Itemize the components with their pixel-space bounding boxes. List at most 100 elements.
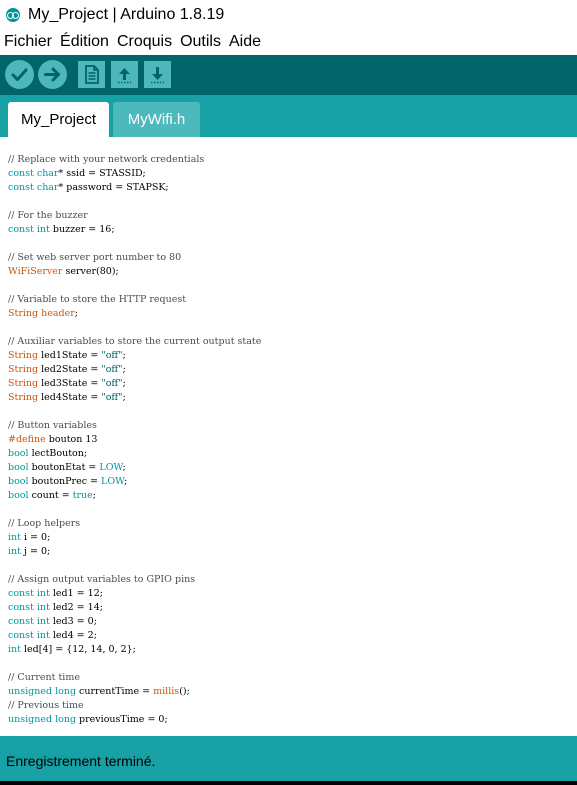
menu-bar: Fichier Édition Croquis Outils Aide — [0, 30, 577, 54]
code-token: bouton 13 — [45, 434, 98, 445]
verify-button[interactable] — [5, 60, 34, 89]
code-token: "off" — [101, 350, 123, 361]
code-token: WiFiServer — [8, 266, 63, 277]
code-token: // Assign output variables to GPIO pins — [8, 574, 196, 585]
code-token: server(80); — [62, 266, 119, 277]
code-line: String header; — [8, 307, 78, 321]
code-line: String led3State = "off"; — [8, 377, 126, 391]
code-token: const char — [8, 168, 59, 179]
code-token: ; — [122, 350, 126, 361]
code-token: String — [8, 378, 39, 389]
code-token: "off" — [101, 378, 123, 389]
code-line: // Replace with your network credentials — [8, 153, 204, 167]
window-title: My_Project | Arduino 1.8.19 — [28, 6, 225, 23]
code-line: int led[4] = {12, 14, 0, 2}; — [8, 643, 136, 657]
code-line: // Assign output variables to GPIO pins — [8, 573, 195, 587]
code-token: header — [41, 308, 75, 319]
code-token: led3State = — [38, 378, 102, 389]
code-token: // Variable to store the HTTP request — [8, 294, 187, 305]
code-token: // Button variables — [8, 420, 97, 431]
code-token: // Loop helpers — [8, 518, 81, 529]
code-token: led2 = 14; — [49, 602, 103, 613]
arrow-up-icon — [118, 68, 131, 84]
code-token: ; — [92, 490, 96, 501]
code-token: currentTime = — [76, 686, 154, 697]
code-token: LOW — [101, 476, 125, 487]
code-line: // Variable to store the HTTP request — [8, 293, 186, 307]
menu-aide[interactable]: Aide — [225, 33, 265, 51]
code-line: const char* password = STAPSK; — [8, 181, 169, 195]
code-token: // Set web server port number to 80 — [8, 252, 182, 263]
code-token: boutonEtat = — [28, 462, 100, 473]
menu-croquis[interactable]: Croquis — [113, 33, 176, 51]
code-line: // Previous time — [8, 699, 84, 713]
code-token: ; — [122, 364, 126, 375]
tab-mywifi[interactable]: MyWifi.h — [113, 102, 200, 137]
console-output — [0, 781, 577, 785]
code-line: unsigned long currentTime = millis(); — [8, 685, 190, 699]
code-token: "off" — [101, 364, 123, 375]
code-token: led[4] = {12, 14, 0, 2}; — [20, 644, 136, 655]
code-token: led4State = — [38, 392, 102, 403]
code-token: // Previous time — [8, 700, 84, 711]
save-sketch-button[interactable] — [144, 61, 171, 88]
code-token: led2State = — [38, 364, 102, 375]
code-token: const int — [8, 224, 50, 235]
code-token: // For the buzzer — [8, 210, 88, 221]
code-line: // Current time — [8, 671, 80, 685]
code-token: int — [8, 644, 21, 655]
code-line: bool boutonEtat = LOW; — [8, 461, 126, 475]
code-editor[interactable]: // Replace with your network credentials… — [0, 137, 577, 736]
arrow-down-icon — [151, 67, 164, 84]
code-token: String — [8, 364, 39, 375]
code-line: // For the buzzer — [8, 209, 88, 223]
code-line: String led1State = "off"; — [8, 349, 126, 363]
menu-outils[interactable]: Outils — [176, 33, 225, 51]
code-token: ; — [124, 476, 128, 487]
code-line: const int led2 = 14; — [8, 601, 103, 615]
code-line: int j = 0; — [8, 545, 50, 559]
code-token: bool — [8, 476, 29, 487]
menu-fichier[interactable]: Fichier — [0, 33, 56, 51]
code-token: ; — [122, 378, 126, 389]
code-token: #define — [8, 434, 46, 445]
title-bar: My_Project | Arduino 1.8.19 — [0, 0, 577, 30]
code-token: true — [72, 490, 93, 501]
code-line: const int led1 = 12; — [8, 587, 103, 601]
code-token: String — [8, 308, 39, 319]
tab-my-project[interactable]: My_Project — [8, 102, 109, 137]
code-token: String — [8, 392, 39, 403]
code-line: // Loop helpers — [8, 517, 80, 531]
code-token: ; — [74, 308, 78, 319]
code-token: bool — [8, 490, 29, 501]
new-sketch-button[interactable] — [78, 61, 105, 88]
code-line: #define bouton 13 — [8, 433, 97, 447]
code-token: int — [8, 532, 21, 543]
arrow-right-icon — [44, 67, 60, 82]
code-token: boutonPrec = — [28, 476, 102, 487]
code-line: unsigned long previousTime = 0; — [8, 713, 168, 727]
code-line: // Button variables — [8, 419, 97, 433]
code-token: // Replace with your network credentials — [8, 154, 205, 165]
code-token: led1 = 12; — [49, 588, 103, 599]
open-sketch-button[interactable] — [111, 61, 138, 88]
code-token: j = 0; — [20, 546, 51, 557]
code-token: * password = STAPSK; — [58, 182, 169, 193]
code-token: const int — [8, 630, 50, 641]
code-token: unsigned long — [8, 714, 77, 725]
tab-bar: My_Project MyWifi.h — [0, 95, 577, 137]
arduino-logo-icon — [6, 8, 20, 22]
code-token: * ssid = STASSID; — [58, 168, 146, 179]
code-token: lectBouton; — [28, 448, 88, 459]
code-line: const char* ssid = STASSID; — [8, 167, 146, 181]
upload-button[interactable] — [38, 60, 67, 89]
code-line: int i = 0; — [8, 531, 50, 545]
code-token: (); — [179, 686, 190, 697]
code-line: const int buzzer = 16; — [8, 223, 115, 237]
code-token: previousTime = 0; — [76, 714, 168, 725]
code-token: // Current time — [8, 672, 80, 683]
code-token: const int — [8, 602, 50, 613]
code-token: String — [8, 350, 39, 361]
menu-edition[interactable]: Édition — [56, 33, 113, 51]
code-token: int — [8, 546, 21, 557]
